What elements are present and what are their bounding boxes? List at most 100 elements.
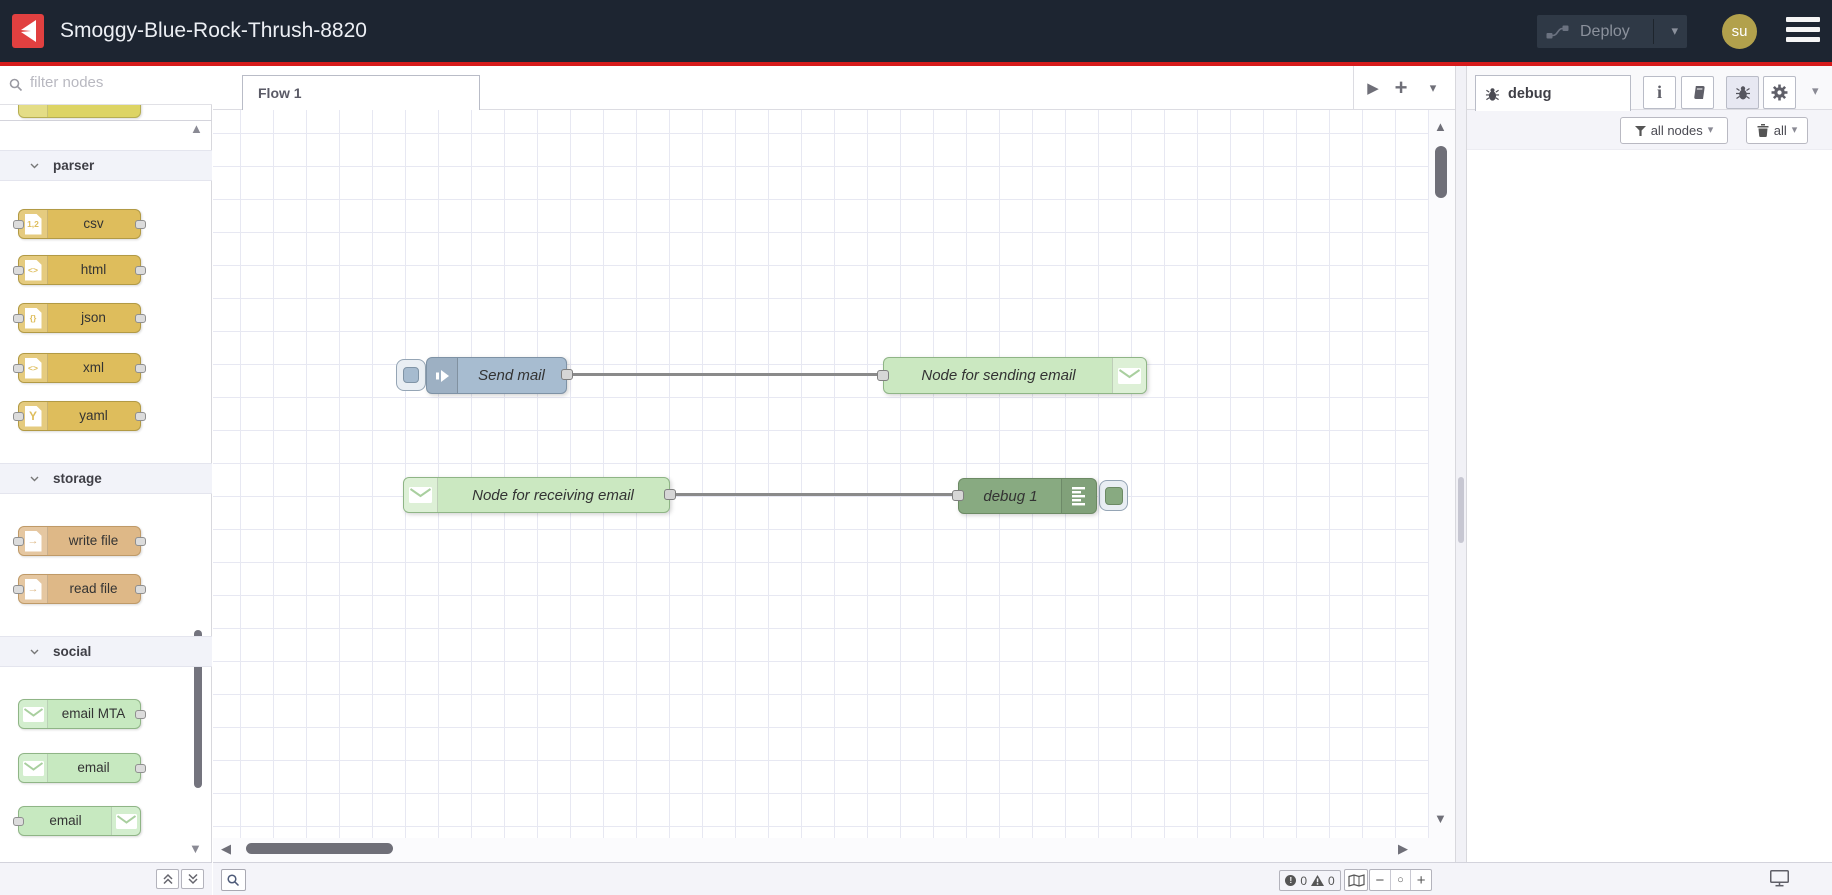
palette-category-storage[interactable]: storage <box>0 463 212 494</box>
palette-node-email-out[interactable]: email <box>13 806 141 836</box>
canvas-node-receiving-email[interactable]: Node for receiving email <box>403 477 670 513</box>
inject-trigger-button[interactable] <box>396 359 426 391</box>
header-bar: Smoggy-Blue-Rock-Thrush-8820 Deploy ▾ su <box>0 0 1832 62</box>
canvas-node-sending-email[interactable]: Node for sending email <box>883 357 1147 394</box>
info-icon: i <box>1656 82 1662 102</box>
palette-category-social[interactable]: social <box>0 636 212 667</box>
expand-all-categories-button[interactable] <box>181 869 204 889</box>
sidebar-separator[interactable] <box>1455 66 1467 862</box>
canvas-hscroll-track <box>213 838 1455 862</box>
node-label: debug 1 <box>983 487 1038 505</box>
error-count: 0 <box>1300 873 1307 888</box>
output-port <box>135 764 146 773</box>
chevron-down-icon: ▾ <box>1791 124 1798 136</box>
output-port <box>135 585 146 594</box>
book-icon <box>1693 86 1705 99</box>
palette-node-xml[interactable]: <> xml <box>13 353 146 383</box>
add-flow-button[interactable]: + <box>1385 66 1417 109</box>
sidebar-tabs-chevron-icon[interactable]: ▾ <box>1812 84 1819 97</box>
zoom-reset-button[interactable]: ○ <box>1389 870 1411 890</box>
info-tab-button[interactable]: i <box>1643 76 1676 109</box>
canvas-footer: ! 0 0 − ○ + <box>213 862 1455 895</box>
tab-scroll-right-button[interactable]: ▶ <box>1358 66 1388 109</box>
deploy-chevron-icon[interactable]: ▾ <box>1671 23 1678 39</box>
canvas-scroll-left-icon[interactable]: ◀ <box>221 842 231 855</box>
warning-count: 0 <box>1328 873 1335 888</box>
palette-node-yaml[interactable]: Y yaml <box>13 401 146 431</box>
debug-clear-dropdown[interactable]: all ▾ <box>1746 117 1808 144</box>
palette-category-parser[interactable]: parser <box>0 150 212 181</box>
deploy-button[interactable]: Deploy ▾ <box>1537 15 1687 48</box>
zoom-in-button[interactable]: + <box>1410 870 1431 890</box>
canvas-scroll-up-icon[interactable]: ▲ <box>1434 120 1447 133</box>
canvas-node-debug-1[interactable]: debug 1 <box>958 478 1097 514</box>
canvas-scroll-right-icon[interactable]: ▶ <box>1398 842 1408 855</box>
config-nodes-tab-button[interactable] <box>1763 76 1796 109</box>
separator-grabber[interactable] <box>1458 477 1464 543</box>
palette-node-write-file[interactable]: → write file <box>13 526 146 556</box>
debug-toggle-button[interactable] <box>1099 480 1128 511</box>
output-port[interactable] <box>664 489 676 500</box>
debug-tab-button[interactable] <box>1726 76 1759 109</box>
zoom-out-button[interactable]: − <box>1370 870 1390 890</box>
output-port <box>135 314 146 323</box>
collapse-all-categories-button[interactable] <box>156 869 179 889</box>
wire-inject-to-email[interactable] <box>567 373 883 376</box>
chevron-down-icon: ▾ <box>1707 124 1714 136</box>
output-port <box>135 537 146 546</box>
flow-list-chevron-button[interactable]: ▾ <box>1417 66 1449 109</box>
notification-counts[interactable]: ! 0 0 <box>1279 870 1341 891</box>
flow-canvas[interactable] <box>213 110 1455 840</box>
search-flows-button[interactable] <box>221 869 246 891</box>
palette-node-email-in[interactable]: email <box>18 753 146 783</box>
palette-scroll-up-icon[interactable]: ▲ <box>190 122 203 135</box>
output-port[interactable] <box>561 369 573 380</box>
deploy-label: Deploy <box>1580 22 1630 40</box>
page-title: Smoggy-Blue-Rock-Thrush-8820 <box>60 19 367 42</box>
envelope-icon <box>111 807 140 835</box>
zoom-controls: − ○ + <box>1369 869 1432 891</box>
canvas-vscrollbar-thumb[interactable] <box>1435 146 1447 198</box>
palette-node-email-mta[interactable]: email MTA <box>18 699 146 729</box>
open-window-button[interactable] <box>1770 870 1789 892</box>
filter-nodes-input[interactable] <box>28 73 202 92</box>
palette-node-json[interactable]: {} json <box>13 303 146 333</box>
help-tab-button[interactable] <box>1681 76 1714 109</box>
debug-toolbar: all nodes ▾ all ▾ <box>1467 110 1832 150</box>
debug-list-icon <box>1061 479 1096 513</box>
clear-label: all <box>1773 123 1787 138</box>
error-icon: ! <box>1285 875 1297 886</box>
input-port[interactable] <box>952 490 964 501</box>
bug-icon <box>1485 87 1500 101</box>
tab-flow-1[interactable]: Flow 1 <box>242 75 480 111</box>
envelope-icon <box>19 700 48 728</box>
main-menu-button[interactable] <box>1786 17 1820 45</box>
gear-icon <box>1771 84 1788 101</box>
output-port <box>135 710 146 719</box>
palette-scroll-down-icon[interactable]: ▼ <box>189 842 202 855</box>
debug-filter-dropdown[interactable]: all nodes ▾ <box>1620 117 1728 144</box>
input-port <box>13 817 24 826</box>
input-port[interactable] <box>877 370 889 381</box>
canvas-scroll-down-icon[interactable]: ▼ <box>1434 812 1447 825</box>
palette-node-read-file[interactable]: → read file <box>13 574 146 604</box>
debug-message-list[interactable] <box>1467 150 1832 895</box>
filter-label: all nodes <box>1650 123 1703 138</box>
input-port <box>13 364 24 373</box>
wire-email-to-debug[interactable] <box>670 493 958 496</box>
output-port <box>135 266 146 275</box>
palette-node-html[interactable]: <> html <box>13 255 146 285</box>
node-label: Node for receiving email <box>472 486 634 504</box>
tab-debug[interactable]: debug <box>1475 75 1631 111</box>
palette-footer <box>0 862 212 895</box>
chevron-down-icon <box>30 163 39 168</box>
node-red-app: Smoggy-Blue-Rock-Thrush-8820 Deploy ▾ su <box>0 0 1832 895</box>
user-avatar[interactable]: su <box>1722 14 1757 49</box>
input-port <box>13 220 24 229</box>
canvas-node-send-mail[interactable]: Send mail <box>426 357 567 394</box>
palette-node-csv[interactable]: 1,2 csv <box>13 209 146 239</box>
inject-arrow-icon <box>427 358 458 393</box>
trash-icon <box>1757 124 1769 137</box>
canvas-hscrollbar-thumb[interactable] <box>246 843 393 854</box>
minimap-button[interactable] <box>1344 869 1368 891</box>
